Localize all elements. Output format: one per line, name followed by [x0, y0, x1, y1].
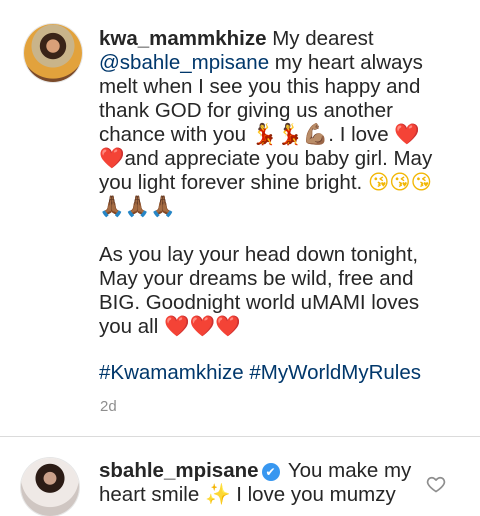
caption-text: kwa_mammkhize My dearest @sbahle_mpisane… — [99, 27, 444, 385]
divider — [0, 436, 480, 437]
timestamp: 2d — [100, 398, 117, 415]
caption-text-part: . I love — [328, 123, 395, 146]
hashtags[interactable]: #Kwamamkhize #MyWorldMyRules — [99, 361, 421, 384]
heart-outline-icon — [426, 476, 446, 493]
reply-comment: sbahle_mpisane ✔ You make my heart smile … — [99, 459, 429, 507]
caption-paragraph: As you lay your head down tonight, May y… — [99, 243, 420, 338]
sparkles-emoji: ✨ — [204, 483, 231, 506]
red-heart-emoji: ❤️ — [99, 147, 125, 170]
praying-hands-emoji: 🙏🏾🙏🏾🙏🏾 — [99, 195, 176, 218]
reply-username[interactable]: sbahle_mpisane — [99, 459, 259, 482]
dancer-emoji: 💃💃 — [251, 123, 303, 146]
red-heart-emoji: ❤️ — [394, 123, 420, 146]
verified-badge-icon: ✔ — [261, 463, 280, 481]
caption-comment: kwa_mammkhize My dearest @sbahle_mpisane… — [0, 0, 480, 436]
kissing-face-emoji: 😘😘😘 — [367, 171, 433, 194]
reply-text-part: I love you mumzy — [230, 483, 396, 506]
avatar[interactable] — [24, 24, 82, 82]
like-button[interactable] — [426, 474, 446, 494]
caption-username[interactable]: kwa_mammkhize — [99, 27, 267, 50]
flexed-biceps-emoji: 💪🏽 — [302, 123, 329, 146]
mention-link[interactable]: @sbahle_mpisane — [99, 51, 269, 74]
red-hearts-emoji: ❤️❤️❤️ — [163, 315, 241, 338]
reply-avatar[interactable] — [21, 458, 79, 516]
caption-text-part: My dearest — [266, 27, 374, 50]
